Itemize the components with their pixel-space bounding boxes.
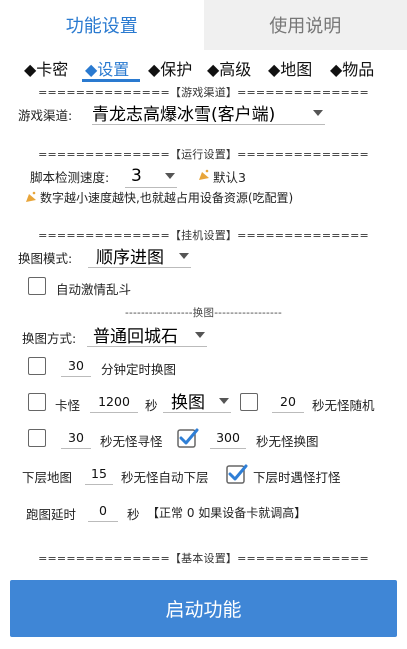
tip-icon (26, 191, 36, 202)
switch-method-value: 普通回城石 (93, 327, 178, 347)
lower-map-seconds-input[interactable]: 15 (85, 463, 113, 485)
switch-map-seconds-input[interactable]: 300 (210, 427, 246, 449)
stuck-seconds-input[interactable]: 1200 (90, 391, 138, 413)
map-mode-value: 顺序进图 (96, 248, 164, 268)
stuck-action-value: 换图 (171, 393, 205, 413)
stuck-unit: 秒 (145, 398, 158, 413)
chevron-down-icon (165, 173, 175, 179)
auto-fight-checkbox[interactable] (28, 277, 46, 295)
auto-fight-label: 自动激情乱斗 (56, 282, 132, 297)
lower-fight-checkbox[interactable] (226, 464, 248, 484)
run-delay-input[interactable]: 0 (88, 500, 118, 522)
game-channel-label: 游戏渠道: (18, 108, 73, 123)
switch-map-divider: -----------------换图----------------- (124, 307, 283, 319)
seek-seconds-input[interactable]: 30 (61, 427, 91, 449)
run-delay-unit: 秒 (127, 507, 140, 522)
chevron-down-icon (195, 332, 205, 338)
timed-switch-checkbox[interactable] (28, 357, 46, 375)
switch-method-label: 换图方式: (22, 331, 77, 346)
section-run-settings: ==============【运行设置】============== (38, 148, 369, 161)
timed-switch-label: 分钟定时换图 (101, 362, 177, 377)
subtab-map[interactable]: ◆地图 (268, 56, 312, 80)
chevron-down-icon (313, 110, 323, 116)
chevron-down-icon (219, 398, 229, 404)
section-hang-settings: ==============【挂机设置】============== (38, 229, 369, 242)
start-function-button[interactable]: 启动功能 (10, 580, 397, 637)
stuck-label: 卡怪 (55, 398, 81, 413)
section-game-channel: ==============【游戏渠道】============== (38, 86, 369, 99)
subtab-settings[interactable]: ◆设置 (85, 56, 129, 80)
lower-map-auto-label: 秒无怪自动下层 (121, 470, 209, 485)
sub-tab-bar: ◆卡密 ◆设置 ◆保护 ◆高级 ◆地图 ◆物品 (0, 54, 407, 82)
switch-method-select[interactable]: 普通回城石 (87, 323, 207, 347)
chevron-down-icon (179, 253, 189, 259)
seek-checkbox[interactable] (28, 429, 46, 447)
game-channel-value: 青龙志高爆冰雪(客户端) (92, 105, 276, 125)
section-basic-settings: ==============【基本设置】============== (38, 552, 369, 565)
timed-switch-input[interactable]: 30 (61, 355, 91, 377)
script-speed-value: 3 (131, 165, 142, 186)
switch-map-label: 秒无怪换图 (256, 434, 319, 449)
speed-tip-text: 数字越小速度越快,也就越占用设备资源(吃配置) (40, 191, 294, 205)
stuck-checkbox[interactable] (28, 393, 46, 411)
subtab-underline (82, 79, 140, 82)
subtab-card-key[interactable]: ◆卡密 (24, 56, 68, 80)
game-channel-select[interactable]: 青龙志高爆冰雪(客户端) (92, 101, 325, 125)
tab-function-settings[interactable]: 功能设置 (0, 0, 204, 50)
run-delay-note: 【正常 0 如果设备卡就调高】 (147, 506, 307, 520)
map-mode-label: 换图模式: (18, 251, 73, 266)
subtab-items[interactable]: ◆物品 (330, 56, 374, 80)
run-delay-label: 跑图延时 (26, 507, 77, 522)
lower-fight-label: 下层时遇怪打怪 (253, 470, 341, 485)
lower-map-label: 下层地图 (22, 470, 73, 485)
default-speed-tip: 默认3 (213, 170, 246, 185)
script-speed-select[interactable]: 3 (125, 164, 177, 188)
map-mode-select[interactable]: 顺序进图 (88, 244, 191, 268)
random-checkbox[interactable] (240, 393, 258, 411)
script-speed-label: 脚本检测速度: (30, 170, 110, 185)
switch-map-checkbox[interactable] (177, 428, 199, 448)
subtab-advanced[interactable]: ◆高级 (207, 56, 251, 80)
seek-label: 秒无怪寻怪 (100, 434, 163, 449)
random-seconds-input[interactable]: 20 (272, 391, 304, 413)
subtab-protect[interactable]: ◆保护 (148, 56, 192, 80)
tab-instructions[interactable]: 使用说明 (203, 0, 407, 50)
stuck-action-select[interactable]: 换图 (163, 389, 231, 413)
random-label: 秒无怪随机 (312, 398, 375, 413)
main-tab-bar: 功能设置 使用说明 (0, 0, 407, 50)
tip-icon (199, 169, 209, 180)
